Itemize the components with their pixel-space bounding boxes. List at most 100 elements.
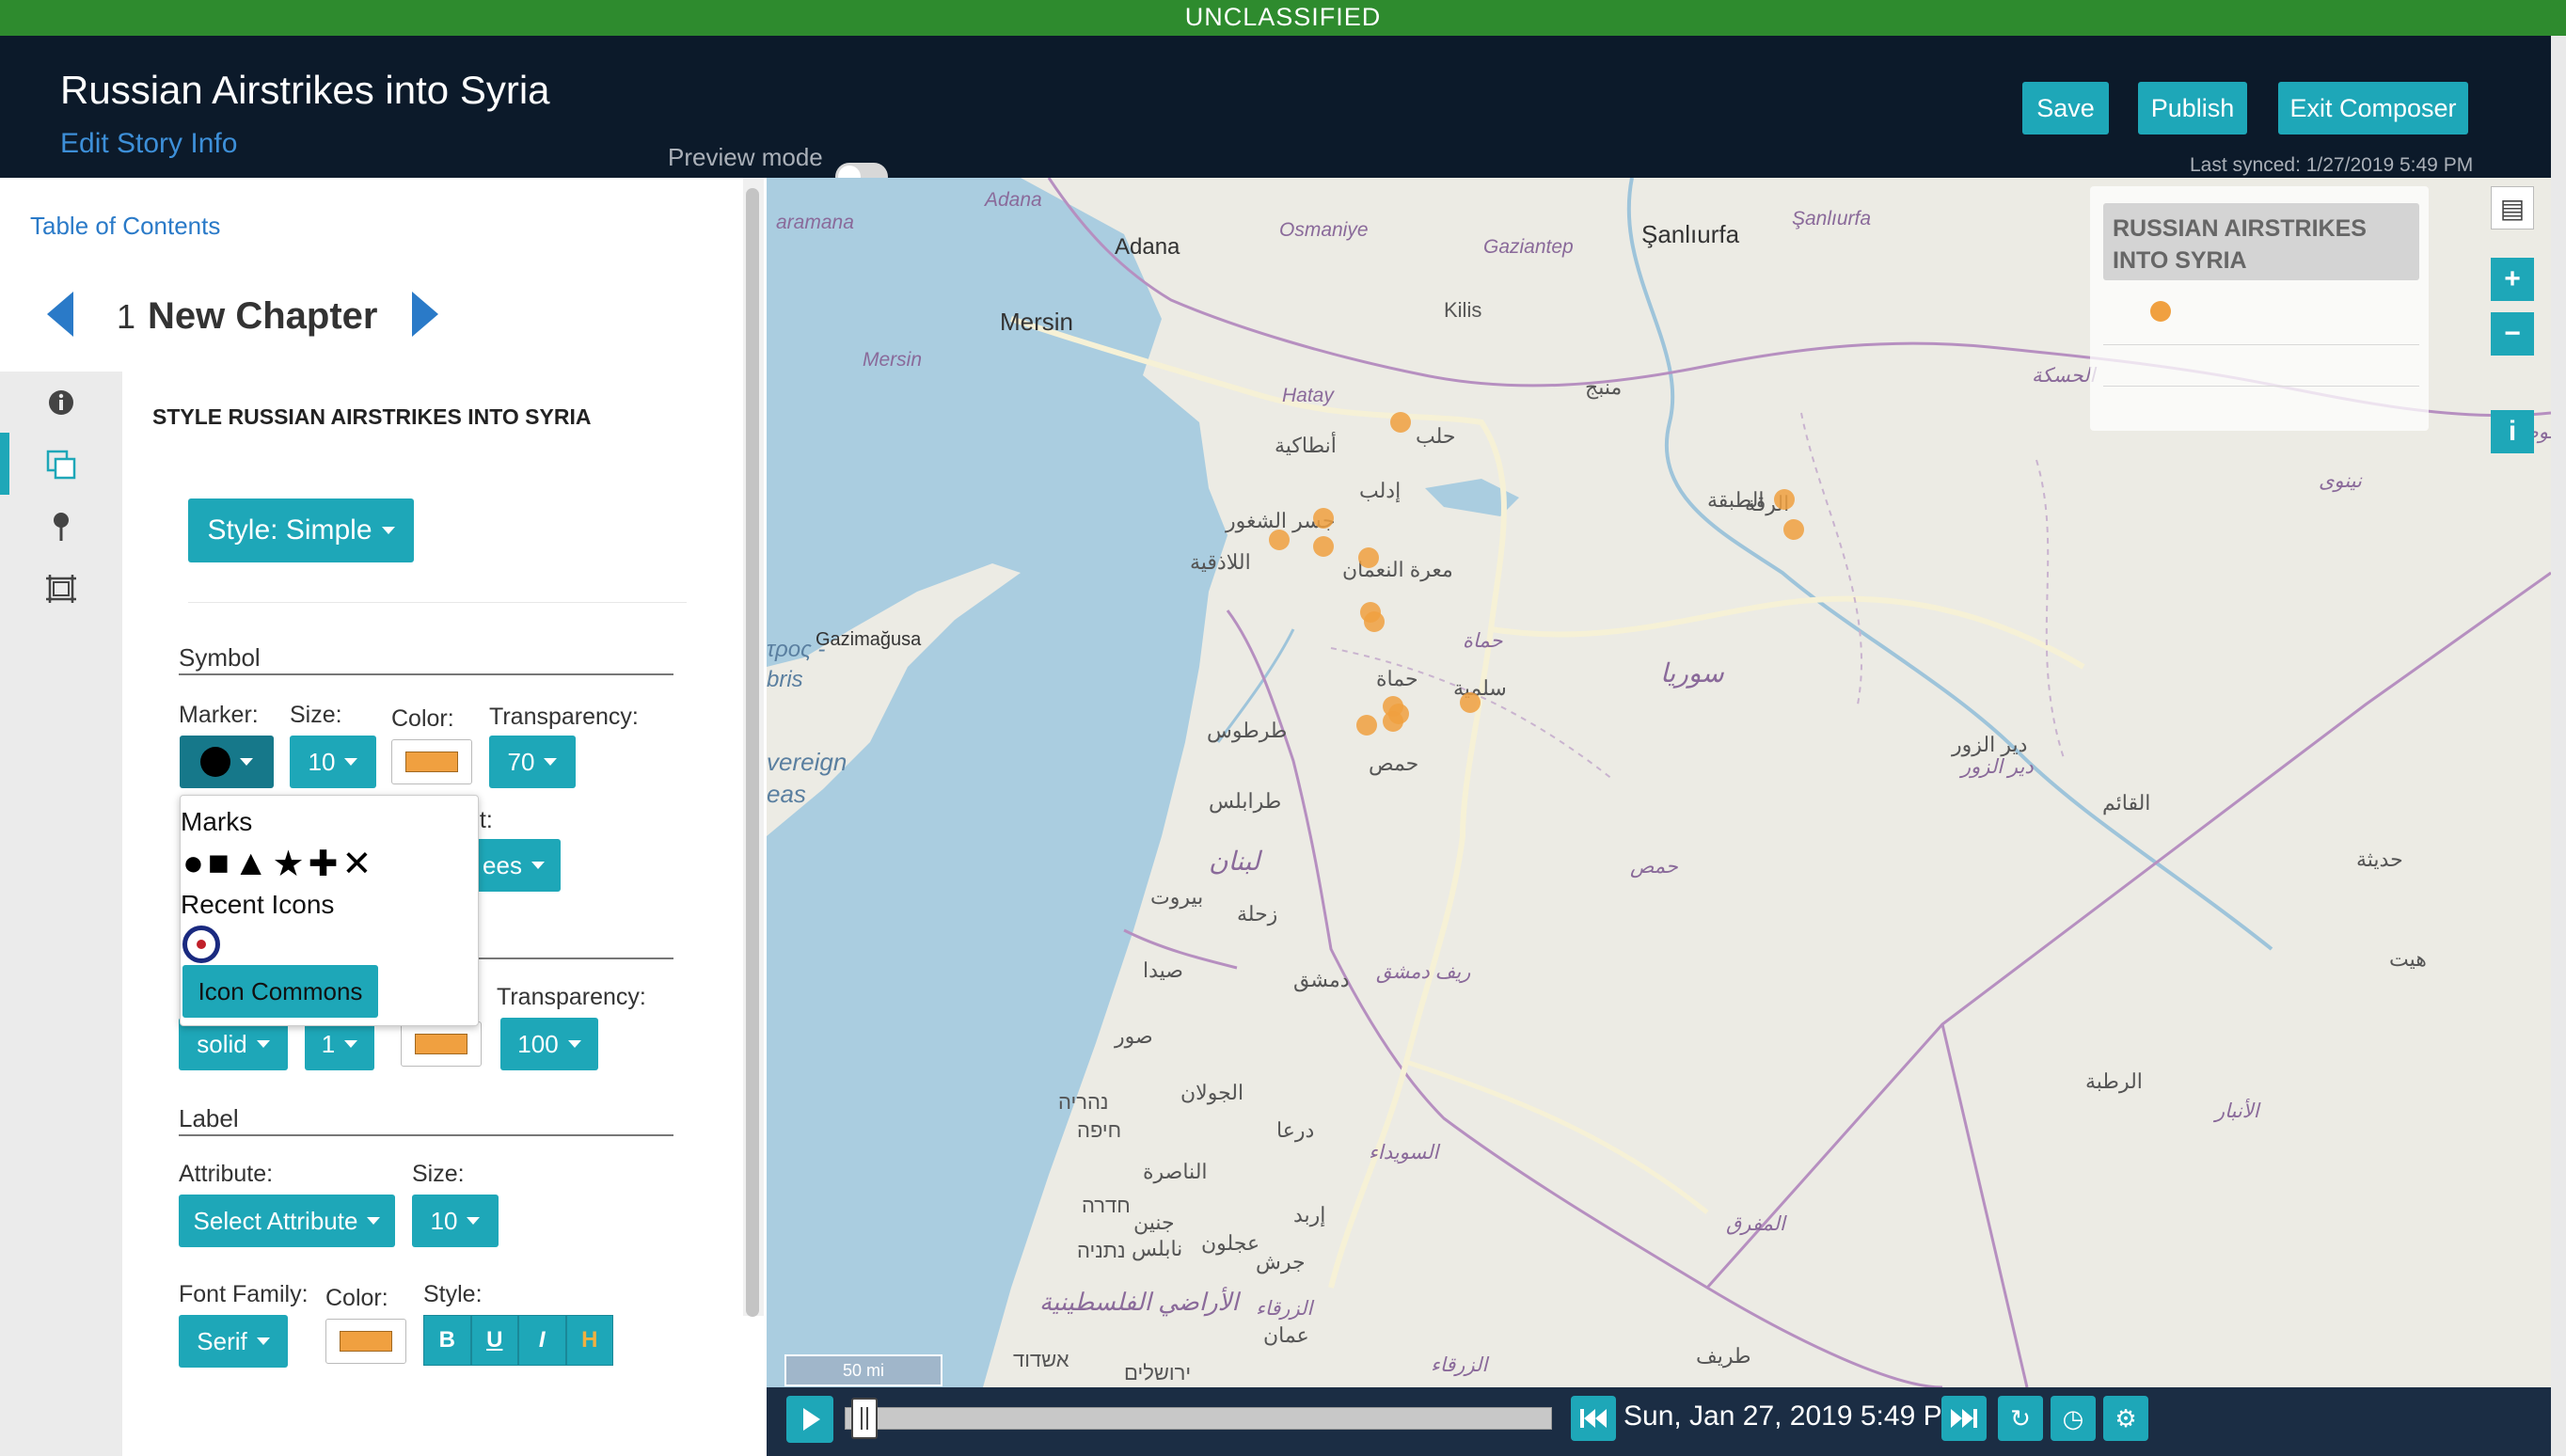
map-label: بيروت (1150, 885, 1204, 909)
skip-back-button[interactable] (1571, 1396, 1616, 1441)
label-color-label: Color: (325, 1285, 388, 1311)
composer-icon-rail (0, 372, 122, 1456)
circle-mark-icon[interactable]: ● (182, 844, 204, 884)
map-label: زحلة (1237, 902, 1278, 926)
exit-composer-button[interactable]: Exit Composer (2278, 82, 2468, 135)
map-label: جرش (1256, 1250, 1306, 1274)
stroke-transparency-dropdown[interactable]: 100 (500, 1018, 598, 1070)
map-label: طرابلس (1209, 789, 1282, 813)
symbol-size-value: 10 (308, 747, 336, 776)
cross-mark-icon[interactable]: ✚ (309, 843, 339, 885)
map-label: السويداء (1369, 1142, 1439, 1163)
square-mark-icon[interactable]: ■ (208, 844, 230, 884)
zoom-out-button[interactable]: − (2491, 312, 2534, 356)
map-label: Gazimağusa (816, 629, 922, 650)
x-mark-icon[interactable]: ✕ (341, 843, 372, 885)
marks-heading: Marks (181, 807, 253, 836)
next-chapter-arrow-icon[interactable] (412, 292, 438, 337)
circle-marker-icon (200, 747, 230, 777)
skip-forward-button[interactable] (1941, 1396, 1987, 1441)
panel-scrollbar-thumb[interactable] (746, 188, 759, 1317)
legend-layer-title[interactable]: RUSSIAN AIRSTRIKES INTO SYRIA (2103, 203, 2419, 280)
timeline-settings-button[interactable]: ⚙ (2103, 1396, 2148, 1441)
map-label: vereign (767, 748, 847, 776)
layers-copy-icon[interactable] (0, 434, 122, 496)
chapter-name[interactable]: New Chapter (148, 295, 378, 338)
timeline-handle[interactable] (851, 1398, 879, 1439)
loop-button[interactable]: ↻ (1998, 1396, 2043, 1441)
gear-icon: ⚙ (2115, 1403, 2137, 1432)
rotation-dropdown[interactable]: ees (467, 839, 561, 892)
publish-button[interactable]: Publish (2138, 82, 2247, 135)
map-label: معرة النعمان (1342, 558, 1453, 581)
time-settings-button[interactable]: ◷ (2051, 1396, 2096, 1441)
map-label: נתניה (1077, 1239, 1126, 1262)
timeline-track[interactable] (845, 1407, 1552, 1430)
map-label: طريف (1696, 1344, 1751, 1368)
symbol-transparency-dropdown[interactable]: 70 (489, 736, 576, 788)
map-legend: RUSSIAN AIRSTRIKES INTO SYRIA (2090, 186, 2429, 431)
halo-button[interactable]: H (565, 1315, 613, 1366)
roundel-recent-icon[interactable] (182, 926, 220, 963)
marker-dropdown[interactable] (180, 736, 274, 788)
italic-button[interactable]: I (518, 1315, 566, 1366)
icon-commons-button[interactable]: Icon Commons (182, 965, 378, 1018)
zoom-in-button[interactable]: + (2491, 258, 2534, 301)
map-label: جنين (1133, 1211, 1175, 1234)
rotation-value-partial: ees (483, 850, 522, 879)
layer-list-icon[interactable]: ▤ (2491, 186, 2534, 229)
map-label: سلمية (1453, 676, 1507, 700)
frame-icon[interactable] (0, 558, 122, 620)
marker-label: Marker: (179, 702, 259, 728)
map-label: الناصرة (1143, 1160, 1208, 1183)
label-attribute-value: Select Attribute (193, 1206, 358, 1235)
window-scrollbar[interactable] (2551, 36, 2566, 1456)
map-info-icon[interactable]: i (2491, 410, 2534, 453)
previous-chapter-arrow-icon[interactable] (47, 292, 73, 337)
label-color-picker[interactable] (325, 1319, 406, 1364)
style-type-dropdown[interactable]: Style: Simple (188, 499, 414, 562)
map-label: נהריה (1058, 1090, 1109, 1114)
play-icon (803, 1408, 820, 1431)
label-attribute-dropdown[interactable]: Select Attribute (179, 1195, 395, 1247)
underline-button[interactable]: U (470, 1315, 518, 1366)
recent-icons-heading: Recent Icons (181, 890, 335, 919)
composer-header: Russian Airstrikes into Syria Edit Story… (0, 36, 2566, 191)
symbol-size-dropdown[interactable]: 10 (290, 736, 376, 788)
timeline-current-time: Sun, Jan 27, 2019 5:49 PM (1624, 1401, 1966, 1432)
map-label: عجلون (1201, 1231, 1260, 1255)
map-label: دير الزور (1952, 733, 2028, 756)
map-label: الأنبار (2215, 1100, 2259, 1122)
triangle-mark-icon[interactable]: ▲ (233, 844, 269, 884)
save-button[interactable]: Save (2022, 82, 2109, 135)
label-attribute-label: Attribute: (179, 1161, 274, 1187)
map-label: اللاذقية (1190, 550, 1251, 574)
label-size-dropdown[interactable]: 10 (412, 1195, 499, 1247)
table-of-contents-link[interactable]: Table of Contents (30, 212, 220, 241)
section-divider (470, 957, 673, 959)
label-section-title: Label (179, 1104, 239, 1132)
chevron-down-icon (367, 1217, 381, 1225)
map-label: القائم (2102, 791, 2151, 815)
legend-point-symbol (2150, 301, 2171, 322)
roundel-center (197, 940, 206, 949)
map-label: eas (767, 780, 806, 808)
play-button[interactable] (786, 1396, 833, 1443)
symbol-size-label: Size: (290, 702, 342, 728)
font-family-dropdown[interactable]: Serif (179, 1315, 288, 1368)
map-label: חדרה (1082, 1194, 1131, 1217)
skip-forward-icon (1951, 1409, 1977, 1428)
star-mark-icon[interactable]: ★ (273, 843, 305, 885)
symbol-color-picker[interactable] (391, 739, 472, 784)
map-label: الرطبة (2085, 1069, 2143, 1093)
edit-story-info-link[interactable]: Edit Story Info (60, 128, 237, 160)
stroke-color-picker[interactable] (401, 1021, 482, 1067)
info-icon[interactable] (0, 372, 122, 434)
map-label: τρος - (767, 637, 826, 662)
style-panel-title: STYLE RUSSIAN AIRSTRIKES INTO SYRIA (152, 404, 592, 429)
label-style-label: Style: (423, 1281, 483, 1307)
marker-picker-popup: Marks ● ■ ▲ ★ ✚ ✕ Recent Icons Icon Comm… (180, 795, 479, 1026)
bold-button[interactable]: B (423, 1315, 471, 1366)
map-label: أنطاكية (1275, 434, 1337, 457)
pin-icon[interactable] (0, 496, 122, 558)
